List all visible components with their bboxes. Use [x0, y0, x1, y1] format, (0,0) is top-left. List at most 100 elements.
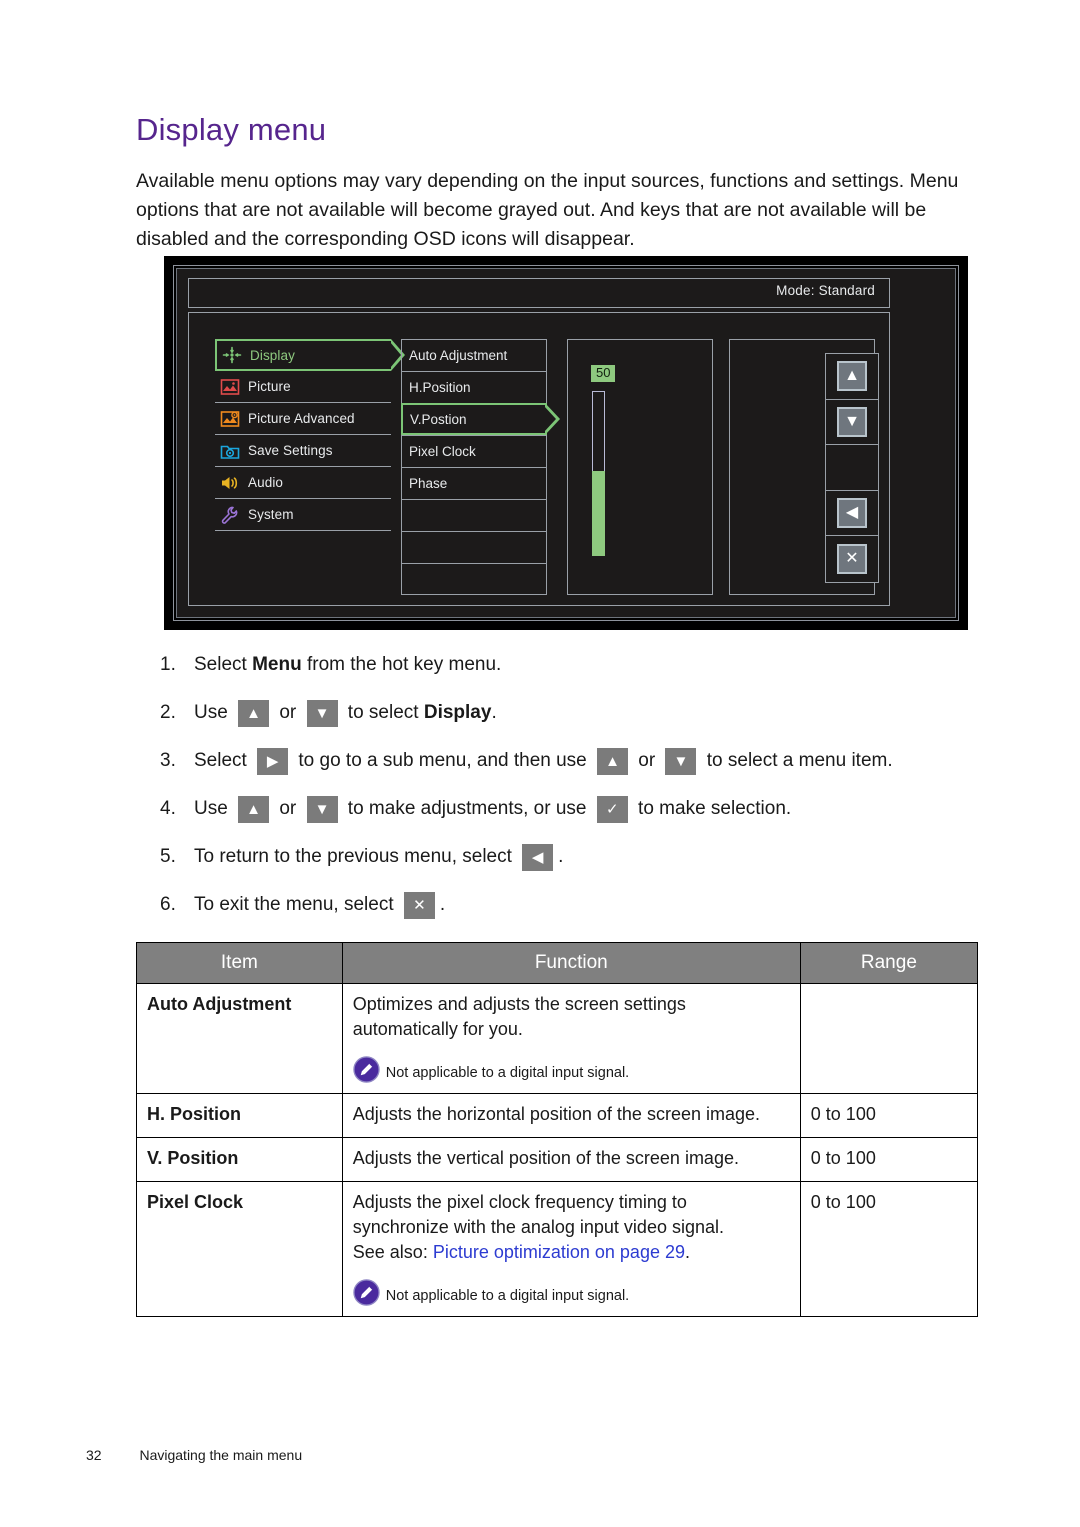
step-text: to select [342, 702, 424, 724]
table-header-row: Item Function Range [136, 942, 979, 984]
display-icon [221, 346, 243, 364]
settings-table: Item Function Range Auto Adjustment Optim… [136, 942, 979, 1317]
note-block: Not applicable to a digital input signal… [353, 1279, 790, 1306]
note-block: Not applicable to a digital input signal… [353, 1056, 790, 1083]
osd-key-row [826, 445, 878, 491]
osd-submenu-label: Phase [409, 476, 448, 491]
close-x-icon: ✕ [403, 891, 435, 919]
table-row: Auto Adjustment Optimizes and adjusts the… [136, 983, 979, 1094]
step-text: to go to a sub menu, and then use [293, 750, 593, 772]
table-cell-item: H. Position [136, 1093, 343, 1138]
osd-submenu-auto-adjustment[interactable]: Auto Adjustment [401, 339, 547, 371]
instruction-steps: 1. Select Menu from the hot key menu. 2. Us… [160, 648, 980, 936]
pencil-note-icon [353, 1279, 380, 1306]
intro-paragraph: Available menu options may vary dependin… [136, 169, 959, 250]
instruction-step: 2. Use ▲ or ▼ to select Display. [160, 696, 980, 730]
step-text: to select a menu item. [701, 750, 893, 772]
note-text: Not applicable to a digital input signal… [385, 1288, 630, 1305]
osd-category-display[interactable]: Display [215, 339, 405, 371]
osd-submenu-h-position[interactable]: H.Position [401, 371, 547, 403]
step-number: 3. [160, 750, 176, 772]
picture-icon [219, 378, 241, 396]
note-text: Not applicable to a digital input signal… [385, 1065, 630, 1082]
instruction-step: 1. Select Menu from the hot key menu. [160, 648, 980, 682]
arrow-down-icon: ▼ [306, 699, 338, 727]
osd-category-label: Picture [248, 379, 291, 394]
osd-category-label: Save Settings [248, 443, 333, 458]
slider-value-badge: 50 [591, 365, 616, 383]
step-text: Select [194, 750, 253, 772]
osd-category-label: Audio [248, 475, 284, 490]
osd-submenu-pixel-clock[interactable]: Pixel Clock [401, 435, 547, 467]
osd-submenu-label: Auto Adjustment [409, 348, 508, 363]
table-row: H. Position Adjusts the horizontal positi… [136, 1093, 979, 1138]
step-text: to make adjustments, or use [342, 798, 592, 820]
see-also-line: See also: Picture optimization on page 2… [353, 1240, 790, 1265]
step-text: Use [194, 702, 234, 724]
osd-value-panel: 50 [567, 339, 713, 595]
table-cell-range [799, 983, 979, 1094]
picture-advanced-icon [219, 410, 241, 428]
step-text: To exit the menu, select [194, 894, 399, 916]
step-number: 4. [160, 798, 176, 820]
system-icon [219, 506, 241, 524]
osd-category-system[interactable]: System [215, 499, 391, 531]
function-line: Optimizes and adjusts the screen setting… [352, 994, 686, 1014]
arrow-left-icon[interactable]: ◀ [837, 498, 867, 529]
osd-submenu-empty [401, 563, 547, 595]
check-icon: ✓ [596, 795, 628, 823]
see-also-link[interactable]: Picture optimization on page 29 [433, 1242, 685, 1262]
osd-submenu-empty [401, 499, 547, 531]
table-cell-item: Pixel Clock [136, 1181, 343, 1317]
footer-section-title: Navigating the main menu [139, 1447, 303, 1463]
step-emphasis: Display [423, 702, 492, 724]
footer-page-number: 32 [86, 1447, 102, 1463]
table-cell-range: 0 to 100 [799, 1181, 979, 1317]
osd-submenu-empty [401, 531, 547, 563]
osd-category-picture-advanced[interactable]: Picture Advanced [215, 403, 391, 435]
step-text: Select [194, 654, 253, 676]
osd-category-save-settings[interactable]: Save Settings [215, 435, 391, 467]
function-line: Adjusts the vertical position of the scr… [352, 1148, 739, 1168]
table-header-function: Function [341, 942, 801, 984]
step-number: 2. [160, 702, 176, 724]
instruction-step: 6. To exit the menu, select ✕. [160, 888, 980, 922]
table-header-range: Range [799, 942, 979, 984]
save-settings-icon [219, 442, 241, 460]
arrow-up-icon[interactable]: ▲ [837, 361, 867, 392]
close-x-icon[interactable]: ✕ [837, 544, 867, 575]
osd-top-bar: Mode: Standard [188, 278, 890, 308]
table-cell-range: 0 to 100 [799, 1137, 979, 1182]
step-number: 1. [160, 654, 176, 676]
osd-category-label: Display [250, 347, 295, 363]
pencil-note-icon [353, 1056, 380, 1083]
osd-key-row: ◀ [826, 491, 878, 537]
arrow-left-icon: ◀ [522, 843, 554, 871]
table-cell-function: Adjusts the horizontal position of the s… [341, 1093, 801, 1138]
osd-category-label: Picture Advanced [248, 411, 355, 426]
osd-vertical-slider[interactable] [592, 391, 605, 556]
table-cell-function: Optimizes and adjusts the screen setting… [341, 983, 801, 1094]
step-number: 6. [160, 894, 176, 916]
step-text: . [491, 702, 497, 724]
table-cell-function: Adjusts the pixel clock frequency timing… [341, 1181, 801, 1317]
function-line: Adjusts the pixel clock frequency timing… [352, 1192, 687, 1212]
slider-fill [592, 471, 605, 556]
arrow-down-icon[interactable]: ▼ [837, 406, 867, 437]
osd-screenshot: Mode: Standard Display Picture Picture Adv… [164, 256, 968, 630]
osd-category-picture[interactable]: Picture [215, 371, 391, 403]
osd-category-list: Display Picture Picture Advanced Save Setti… [215, 339, 405, 531]
function-line: automatically for you. [352, 1019, 523, 1039]
step-text: Use [194, 798, 234, 820]
step-text: to make selection. [632, 798, 792, 820]
osd-submenu-v-postion[interactable]: V.Postion [401, 403, 560, 435]
osd-category-audio[interactable]: Audio [215, 467, 391, 499]
osd-submenu-label: V.Postion [410, 411, 467, 427]
step-text: . [439, 894, 446, 916]
see-also-suffix: . [685, 1242, 691, 1262]
step-text: . [558, 846, 564, 868]
osd-submenu-phase[interactable]: Phase [401, 467, 547, 499]
function-line: Adjusts the horizontal position of the s… [352, 1104, 760, 1124]
audio-icon [219, 474, 241, 492]
osd-bezel: Mode: Standard Display Picture Picture Adv… [173, 265, 959, 621]
